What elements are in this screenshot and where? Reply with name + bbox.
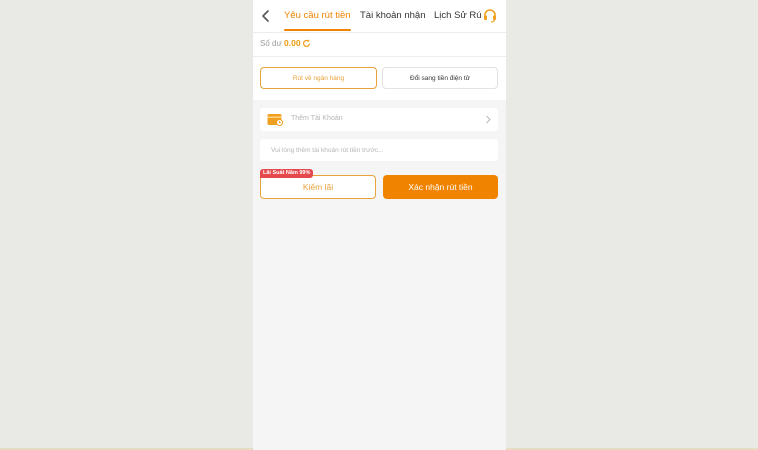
mobile-viewport: Yêu cầu rút tiền Tài khoản nhận Lịch Sử … [253, 0, 506, 450]
earn-interest-button[interactable]: Kiếm lãi [260, 175, 376, 199]
wallet-icon [267, 114, 283, 126]
headset-icon[interactable] [482, 7, 498, 23]
balance-value: 0.00 [284, 38, 301, 48]
balance-row: Số dư 0.00 [253, 33, 506, 57]
convert-to-crypto-button[interactable]: Đổi sang tiền điện tử [382, 67, 498, 89]
interest-rate-badge: Lãi Suất Năm 99% [260, 169, 314, 178]
balance-label: Số dư [260, 39, 282, 48]
withdraw-method-panel: Rút về ngân hàng Đổi sang tiền điện tử [253, 57, 506, 100]
withdraw-account-hint-input[interactable] [260, 139, 498, 161]
withdraw-to-bank-button[interactable]: Rút về ngân hàng [260, 67, 377, 89]
chevron-right-icon [486, 115, 491, 124]
confirm-withdraw-button[interactable]: Xác nhận rút tiền [383, 175, 498, 199]
add-account-label: Thêm Tài Khoản [291, 115, 343, 122]
tab-withdraw-request[interactable]: Yêu cầu rút tiền [284, 0, 351, 32]
tab-receiving-account[interactable]: Tài khoản nhận [360, 0, 426, 32]
header-tabbar: Yêu cầu rút tiền Tài khoản nhận Lịch Sử … [253, 0, 506, 33]
tab-history[interactable]: Lịch Sử Rú [434, 0, 482, 32]
refresh-icon[interactable] [302, 39, 311, 48]
add-account-row[interactable]: Thêm Tài Khoản [260, 108, 498, 131]
chevron-left-icon[interactable] [259, 9, 273, 23]
